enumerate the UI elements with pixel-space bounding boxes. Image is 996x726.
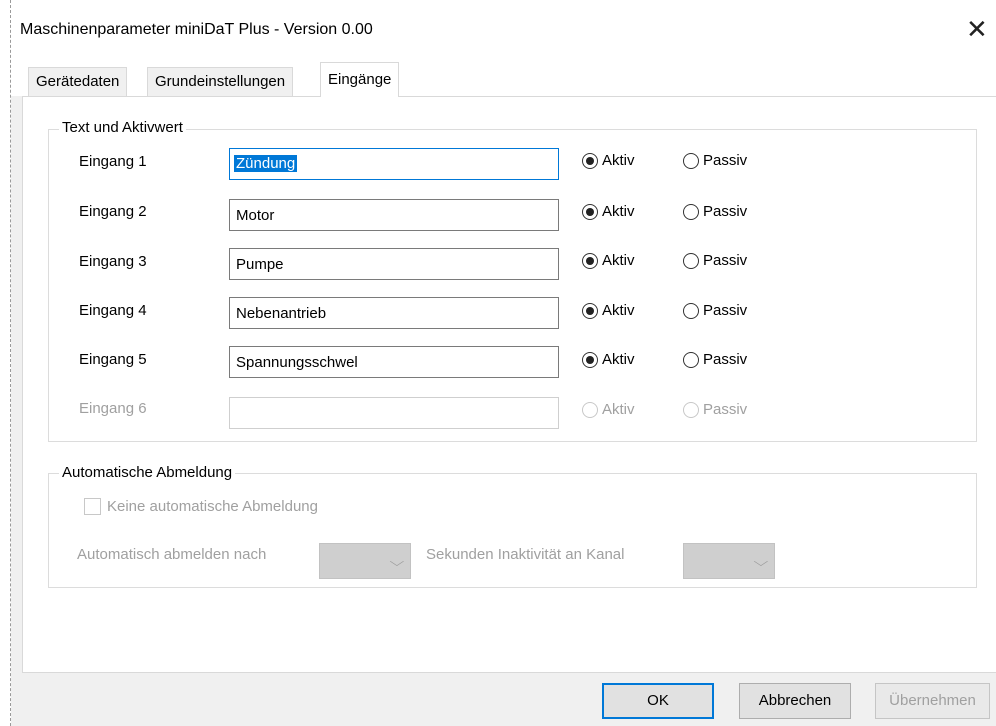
radio-circle [683,352,699,368]
no-auto-logout-checkbox [84,498,101,515]
input-text-5[interactable]: Spannungsschwel [229,346,559,378]
input-text-4[interactable]: Nebenantrieb [229,297,559,329]
inputs-group-legend: Text und Aktivwert [59,119,186,136]
radio-circle [582,352,598,368]
input-value-3: Pumpe [236,256,284,273]
radio-circle [683,303,699,319]
radio-circle [683,402,699,418]
radio-circle [582,204,598,220]
radio-circle [582,402,598,418]
chevron-down-icon: ⌵ [753,554,769,569]
input-label-6: Eingang 6 [79,400,147,417]
radio-circle [582,303,598,319]
input-value-1: Zündung [234,155,298,172]
input-label-3: Eingang 3 [79,253,147,270]
ok-button[interactable]: OK [602,683,714,719]
tab-grundeinstellungen[interactable]: Grundeinstellungen [147,67,294,96]
tab-geraetedaten[interactable]: Gerätedaten [28,67,128,96]
input-label-4: Eingang 4 [79,302,147,319]
auto-logout-after-label: Automatisch abmelden nach [77,546,267,563]
input-text-2[interactable]: Motor [229,199,559,231]
dialog-title: Maschinenparameter miniDaT Plus - Versio… [20,21,373,38]
tab-eingaenge[interactable]: Eingänge [320,62,400,97]
input-text-6 [229,397,559,429]
chevron-down-icon: ⌵ [389,554,405,569]
window-left-edge [0,0,11,726]
input-label-1: Eingang 1 [79,153,147,170]
channel-select: ⌵ [683,543,775,579]
auto-logout-legend: Automatische Abmeldung [59,464,236,481]
radio-circle [683,153,699,169]
radio-circle [683,204,699,220]
apply-button: Übernehmen [875,683,990,719]
input-value-2: Motor [236,207,275,224]
input-value-4: Nebenantrieb [236,305,327,322]
seconds-select: ⌵ [319,543,411,579]
input-text-1[interactable]: Zündung [229,148,559,180]
seconds-inactivity-label: Sekunden Inaktivität an Kanal [426,546,625,563]
close-icon[interactable]: ✕ [966,16,988,42]
radio-circle [582,253,598,269]
auto-logout-group [48,473,977,588]
input-text-3[interactable]: Pumpe [229,248,559,280]
radio-circle [582,153,598,169]
radio-circle [683,253,699,269]
input-value-5: Spannungsschwel [236,354,358,371]
input-label-5: Eingang 5 [79,351,147,368]
no-auto-logout-label: Keine automatische Abmeldung [107,498,318,515]
cancel-button[interactable]: Abbrechen [739,683,851,719]
input-label-2: Eingang 2 [79,203,147,220]
